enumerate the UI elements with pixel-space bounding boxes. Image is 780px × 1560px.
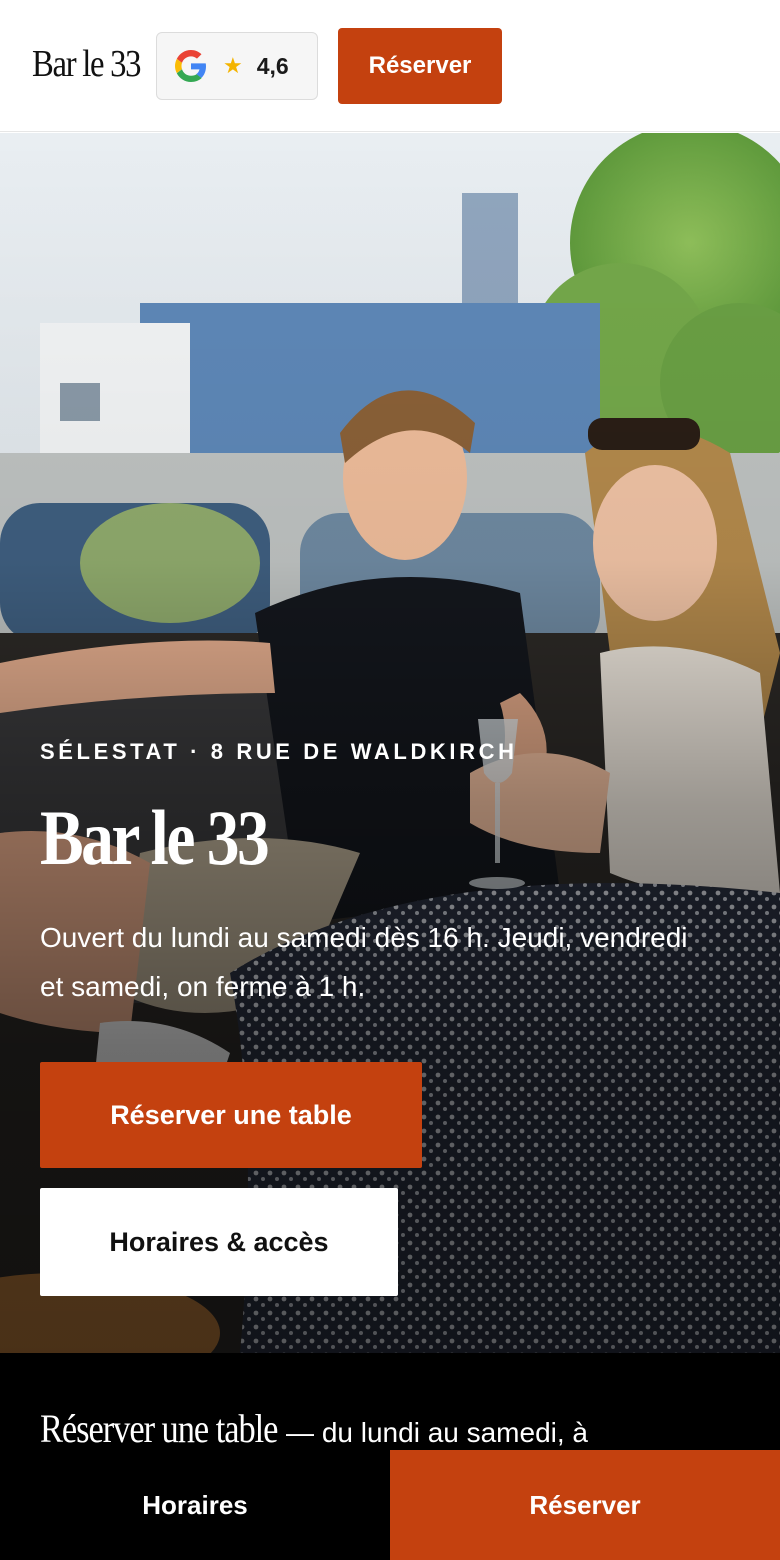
hero-location: SÉLESTAT · 8 RUE DE WALDKIRCH — [40, 739, 518, 764]
google-rating-badge[interactable]: ★ 4,6 — [156, 32, 318, 100]
rating-score: 4,6 — [256, 52, 289, 79]
reservation-banner-text: Réserver une table — du lundi au samedi,… — [40, 1405, 588, 1452]
reserve-table-button[interactable]: Réserver une table — [40, 1062, 422, 1168]
hero-title: Bar le 33 — [40, 794, 270, 881]
reservation-banner-heading: Réserver une table — [40, 1406, 278, 1451]
header-reserve-button[interactable]: Réserver — [338, 28, 502, 104]
hero-section: SÉLESTAT · 8 RUE DE WALDKIRCH Bar le 33 … — [0, 133, 780, 1353]
site-logo[interactable]: Bar le 33 — [32, 42, 141, 86]
site-header: Bar le 33 ★ 4,6 Réserver — [0, 0, 780, 132]
hero-description: Ouvert du lundi au samedi dès 16 h. Jeud… — [40, 922, 688, 1002]
reservation-banner-subtext: — du lundi au samedi, à — [286, 1417, 589, 1448]
google-g-icon — [175, 50, 207, 82]
star-icon: ★ — [223, 53, 243, 78]
hours-access-button[interactable]: Horaires & accès — [40, 1188, 398, 1296]
bottom-reserve-button[interactable]: Réserver — [390, 1450, 780, 1560]
sticky-bottom-bar: Horaires Réserver — [0, 1450, 780, 1560]
bottom-hours-button[interactable]: Horaires — [0, 1450, 390, 1560]
